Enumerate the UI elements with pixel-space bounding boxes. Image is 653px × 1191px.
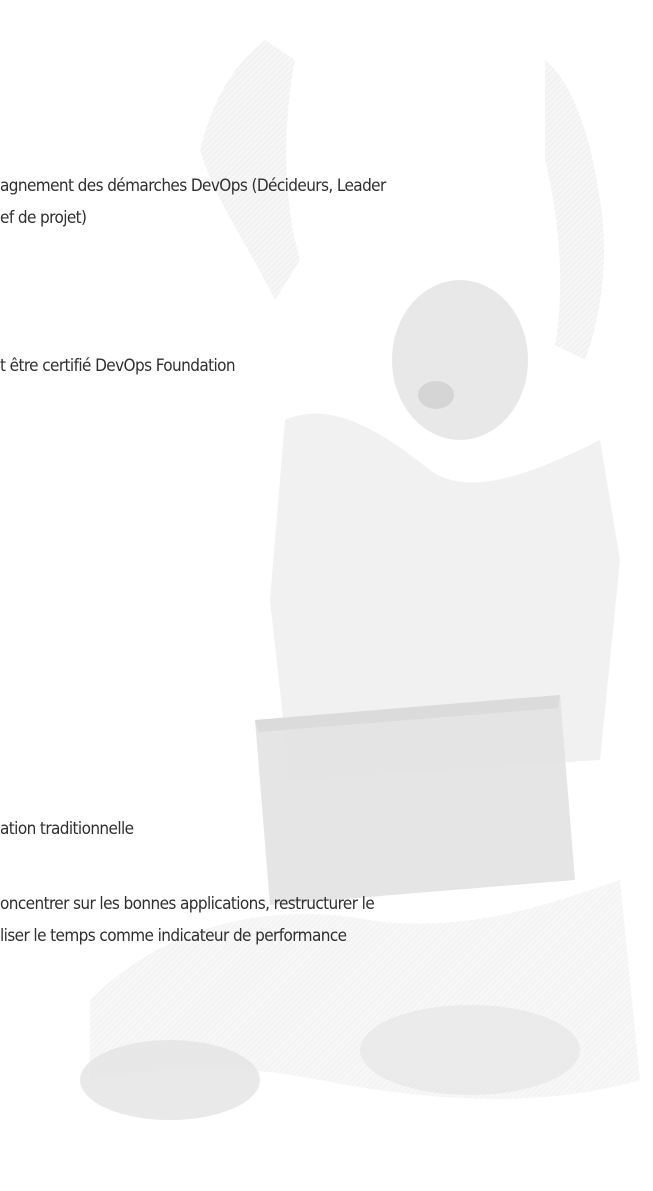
text-line: agnement des démarches DevOps (Décideurs… — [0, 176, 386, 196]
text-line: oncentrer sur les bonnes applications, r… — [0, 894, 375, 914]
text-line: liser le temps comme indicateur de perfo… — [0, 926, 347, 946]
text-line: ef de projet) — [0, 208, 87, 228]
text-line: ation traditionnelle — [0, 819, 134, 839]
text-line: t être certifié DevOps Foundation — [0, 356, 236, 376]
page: agnement des démarches DevOps (Décideurs… — [0, 0, 653, 1191]
